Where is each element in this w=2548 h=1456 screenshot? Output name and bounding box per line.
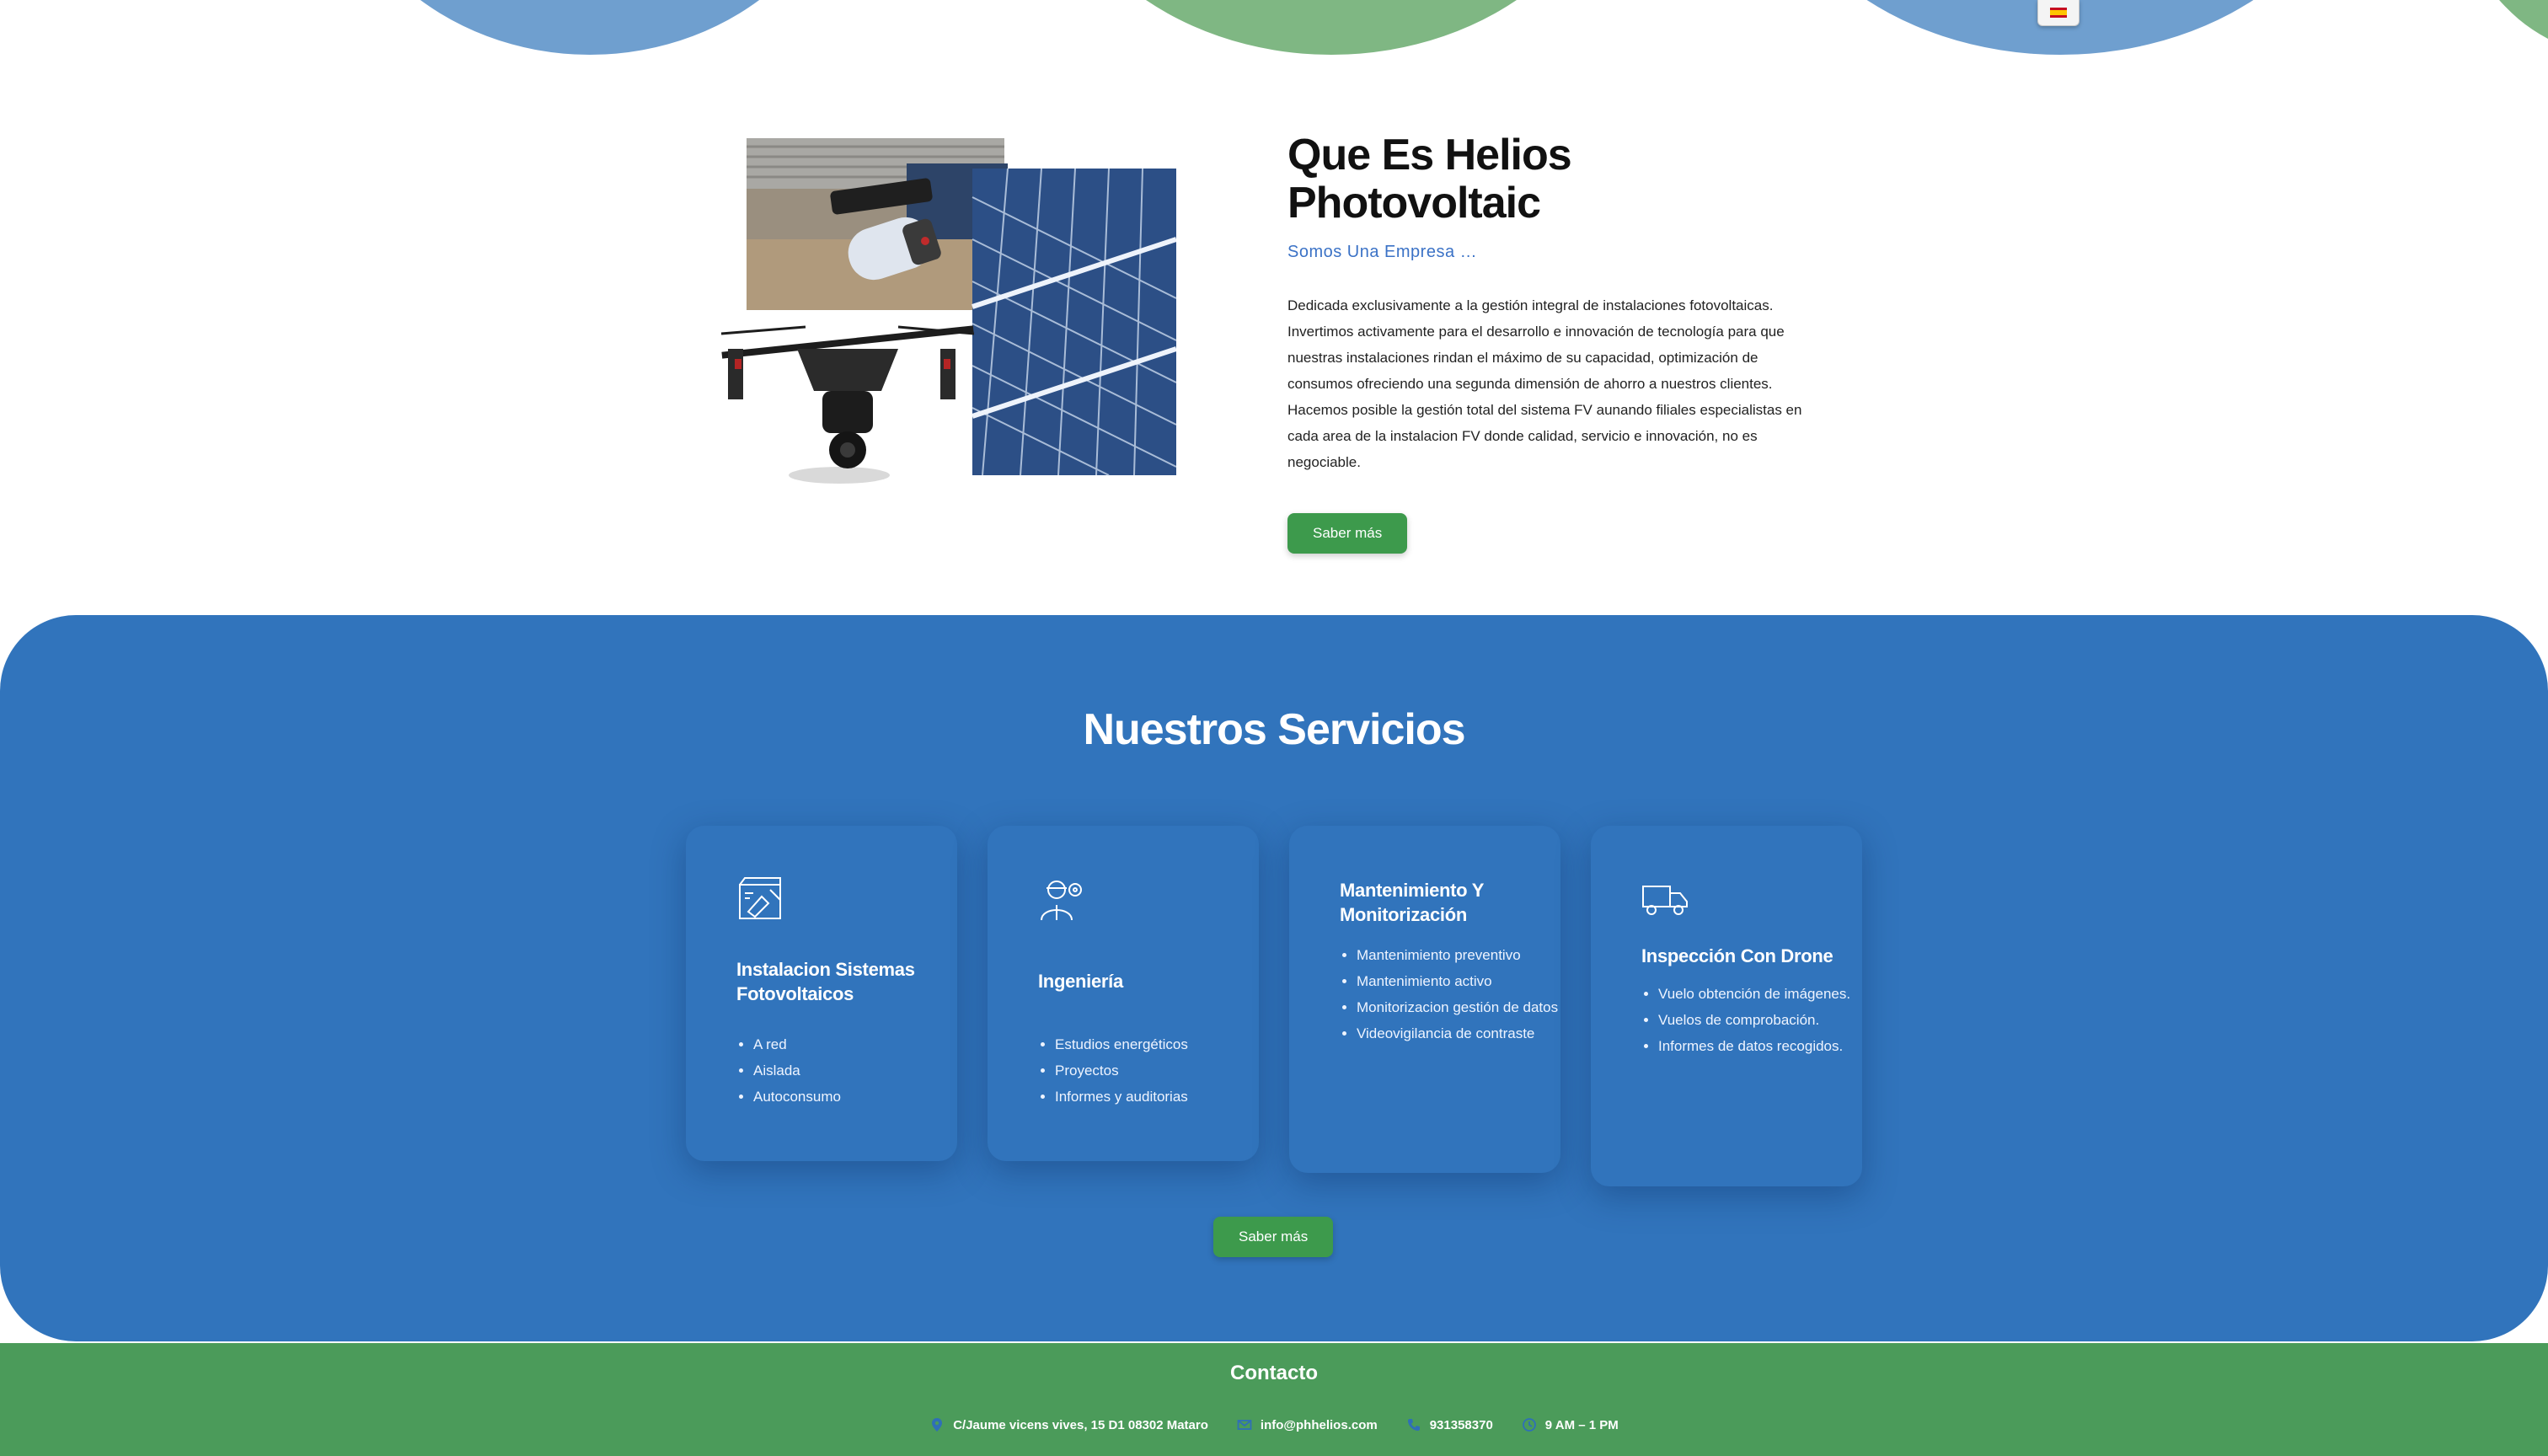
phone-icon (1407, 1419, 1420, 1431)
spain-flag-icon (2050, 8, 2067, 18)
service-card-list: Estudios energéticos Proyectos Informes … (1038, 1031, 1266, 1110)
services-saber-mas-button[interactable]: Saber más (1213, 1217, 1334, 1257)
services-section: Nuestros Servicios Instalacion Sistemas … (0, 615, 2548, 1341)
list-item: Aislada (753, 1057, 964, 1084)
contact-footer: Contacto C/Jaume vicens vives, 15 D1 083… (0, 1343, 2548, 1456)
email-text: info@phhelios.com (1260, 1417, 1378, 1432)
list-item: Proyectos (1055, 1057, 1266, 1084)
service-card-title: Ingeniería (1038, 971, 1123, 992)
drone-photo (720, 325, 975, 484)
service-card-title: Inspección Con Drone (1641, 945, 1833, 966)
list-item: Autoconsumo (753, 1084, 964, 1110)
service-card-ingenieria[interactable]: Ingeniería Estudios energéticos Proyecto… (988, 826, 1259, 1161)
solar-panel-photo (972, 168, 1177, 476)
wave-green-right (2444, 0, 2548, 55)
top-decorative-waves (0, 0, 2548, 59)
security-camera-photo (747, 138, 1008, 310)
services-title: Nuestros Servicios (1083, 705, 1465, 754)
service-card-list: Mantenimiento preventivo Mantenimiento a… (1340, 942, 1567, 1046)
about-saber-mas-button[interactable]: Saber más (1287, 513, 1408, 554)
list-item: Informes y auditorias (1055, 1084, 1266, 1110)
footer-hours: 9 AM – 1 PM (1522, 1417, 1619, 1432)
about-text-block: Que Es Helios Photovoltaic Somos Una Emp… (1287, 131, 1827, 554)
envelope-icon (1237, 1420, 1252, 1430)
list-item: Videovigilancia de contraste (1357, 1020, 1567, 1046)
address-text: C/Jaume vicens vives, 15 D1 08302 Mataro (953, 1417, 1208, 1432)
about-section: Que Es Helios Photovoltaic Somos Una Emp… (0, 59, 2548, 615)
about-description: Dedicada exclusivamente a la gestión int… (1287, 297, 1802, 471)
service-card-instalacion[interactable]: Instalacion Sistemas Fotovoltaicos A red… (686, 826, 957, 1161)
list-item: Estudios energéticos (1055, 1031, 1266, 1057)
hours-text: 9 AM – 1 PM (1544, 1417, 1619, 1432)
engineer-icon (1041, 881, 1082, 921)
list-item: Monitorizacion gestión de datos (1357, 994, 1567, 1020)
collage-illustration (720, 138, 1177, 484)
service-card-list: A red Aislada Autoconsumo (736, 1031, 964, 1110)
footer-contact-row: C/Jaume vicens vives, 15 D1 08302 Mataro… (0, 1417, 2548, 1432)
service-card-list: Vuelo obtención de imágenes. Vuelos de c… (1641, 981, 1869, 1059)
footer-address: C/Jaume vicens vives, 15 D1 08302 Mataro (929, 1417, 1208, 1432)
service-card-title: Mantenimiento Y Monitorización (1340, 880, 1484, 925)
footer-title: Contacto (1230, 1362, 1318, 1384)
service-card-title: Instalacion Sistemas Fotovoltaicos (736, 959, 915, 1004)
about-image-collage (704, 138, 1177, 509)
list-item: Vuelo obtención de imágenes. (1658, 981, 1869, 1007)
service-card-mantenimiento[interactable]: Mantenimiento Y Monitorización Mantenimi… (1289, 826, 1560, 1173)
list-item: Mantenimiento preventivo (1357, 942, 1567, 968)
clock-icon (1522, 1418, 1536, 1432)
phone-text: 931358370 (1429, 1417, 1493, 1432)
about-title: Que Es Helios Photovoltaic (1287, 131, 1572, 228)
truck-icon (1642, 886, 1688, 915)
wave-blue-1 (320, 0, 859, 55)
language-switcher[interactable] (2037, 0, 2080, 26)
blueprint-icon (739, 877, 781, 919)
wave-green-left (0, 0, 34, 55)
footer-email[interactable]: info@phhelios.com (1237, 1417, 1378, 1432)
list-item: A red (753, 1031, 964, 1057)
list-item: Vuelos de comprobación. (1658, 1007, 1869, 1033)
service-card-drone[interactable]: Inspección Con Drone Vuelo obtención de … (1591, 826, 1862, 1186)
about-subtitle: Somos Una Empresa … (1287, 243, 1478, 262)
wave-green-2 (1036, 0, 1626, 55)
footer-phone[interactable]: 931358370 (1406, 1417, 1493, 1432)
location-pin-icon (932, 1418, 943, 1432)
list-item: Mantenimiento activo (1357, 968, 1567, 994)
list-item: Informes de datos recogidos. (1658, 1033, 1869, 1059)
